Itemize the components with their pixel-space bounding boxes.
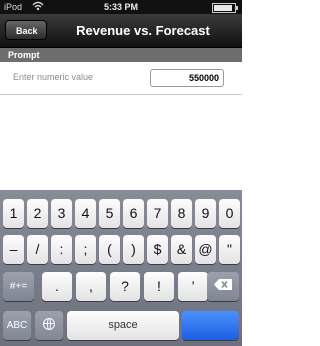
navigation-bar: Back Revenue vs. Forecast — [0, 14, 242, 48]
globe-icon — [43, 318, 55, 330]
section-header: Prompt — [0, 48, 242, 62]
clock: 5:33 PM — [103, 2, 138, 12]
key-exclamation[interactable]: ! — [144, 272, 174, 301]
key-slash[interactable]: / — [27, 235, 48, 264]
key-4[interactable]: 4 — [75, 199, 96, 228]
key-period[interactable]: . — [42, 272, 72, 301]
space-key[interactable]: space — [67, 311, 179, 340]
key-dollar[interactable]: $ — [147, 235, 168, 264]
key-question[interactable]: ? — [110, 272, 140, 301]
key-dash[interactable]: – — [3, 235, 24, 264]
key-at[interactable]: @ — [195, 235, 216, 264]
battery-icon — [212, 3, 238, 13]
key-open-paren[interactable]: ( — [99, 235, 120, 264]
key-7[interactable]: 7 — [147, 199, 168, 228]
key-6[interactable]: 6 — [123, 199, 144, 228]
delete-key[interactable] — [207, 272, 239, 301]
key-close-paren[interactable]: ) — [123, 235, 144, 264]
key-more-symbols[interactable]: #+= — [3, 272, 34, 301]
key-9[interactable]: 9 — [195, 199, 216, 228]
back-button[interactable]: Back — [5, 20, 47, 40]
numeric-value-input[interactable]: 550000 — [150, 69, 224, 87]
key-3[interactable]: 3 — [51, 199, 72, 228]
key-quote[interactable]: " — [219, 235, 240, 264]
page-title: Revenue vs. Forecast — [76, 23, 210, 38]
prompt-label: Enter numeric value — [13, 72, 94, 82]
key-abc[interactable]: ABC — [3, 311, 31, 340]
key-colon[interactable]: : — [51, 235, 72, 264]
key-8[interactable]: 8 — [171, 199, 192, 228]
key-0[interactable]: 0 — [219, 199, 240, 228]
status-bar: iPod 5:33 PM — [0, 0, 242, 14]
key-1[interactable]: 1 — [3, 199, 24, 228]
key-comma[interactable]: , — [76, 272, 106, 301]
numeric-keyboard: 1 2 3 4 5 6 7 8 9 0 – / : ; ( ) $ & @ " … — [0, 190, 242, 346]
globe-key[interactable] — [35, 311, 63, 340]
key-5[interactable]: 5 — [99, 199, 120, 228]
return-key[interactable] — [182, 311, 239, 340]
key-ampersand[interactable]: & — [171, 235, 192, 264]
key-apostrophe[interactable]: ’ — [178, 272, 208, 301]
key-2[interactable]: 2 — [27, 199, 48, 228]
screen: iPod 5:33 PM Back Revenue vs. Forecast P… — [0, 0, 242, 346]
prompt-row: Enter numeric value 550000 — [0, 62, 242, 95]
backspace-icon — [214, 273, 232, 290]
key-semicolon[interactable]: ; — [75, 235, 96, 264]
